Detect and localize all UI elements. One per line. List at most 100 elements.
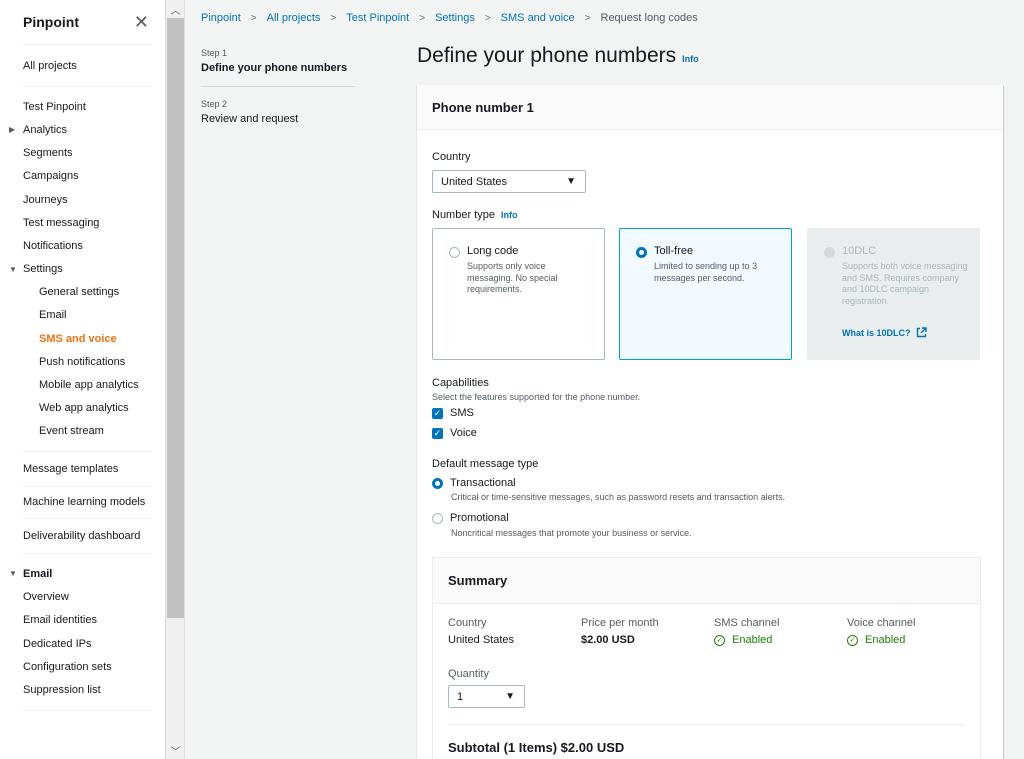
option-transactional[interactable]: Transactional xyxy=(432,477,516,489)
capability-sms[interactable]: ✓ SMS xyxy=(432,407,474,419)
sidebar-item-project[interactable]: Test Pinpoint xyxy=(0,95,165,118)
sidebar-item-suppression-list[interactable]: Suppression list xyxy=(0,678,165,701)
summary-status: ✓ Enabled xyxy=(714,634,844,646)
divider xyxy=(448,724,965,725)
radio-toll-free[interactable] xyxy=(636,247,647,258)
caret-down-icon: ▼ xyxy=(9,264,17,274)
quantity-select[interactable]: 1 ▼ xyxy=(448,685,525,708)
radio-transactional[interactable] xyxy=(432,477,443,489)
breadcrumb-all-projects[interactable]: All projects xyxy=(267,12,321,24)
status-text: Enabled xyxy=(865,634,906,646)
country-select[interactable]: United States ▼ xyxy=(432,170,586,193)
chevron-right-icon: > xyxy=(584,12,591,24)
checkbox-voice[interactable]: ✓ xyxy=(432,427,443,439)
sidebar-item-segments[interactable]: Segments xyxy=(0,142,165,165)
sidebar-item-email-identities[interactable]: Email identities xyxy=(0,609,165,632)
sidebar-item-all-projects[interactable]: All projects xyxy=(0,54,165,77)
sidebar-item-general-settings[interactable]: General settings xyxy=(0,281,165,304)
checkbox-sms[interactable]: ✓ xyxy=(432,407,443,419)
sidebar-item-push-notifications[interactable]: Push notifications xyxy=(0,350,165,373)
info-link[interactable]: Info xyxy=(501,210,518,220)
panel-header: Phone number 1 xyxy=(417,85,1003,130)
sidebar-item-label: Email xyxy=(23,567,53,580)
what-is-10dlc-link[interactable]: What is 10DLC? xyxy=(842,327,927,338)
summary-container: Summary Country United States Price per … xyxy=(432,557,981,759)
radio-long-code[interactable] xyxy=(449,247,460,258)
summary-value: United States xyxy=(448,634,515,646)
tile-description: Supports both voice messaging and SMS. R… xyxy=(842,261,968,306)
summary-key: SMS channel xyxy=(714,617,780,629)
caret-down-icon: ▼ xyxy=(9,569,17,579)
sidebar-item-settings[interactable]: ▼ Settings xyxy=(0,258,165,281)
breadcrumb-sms-and-voice[interactable]: SMS and voice xyxy=(501,12,575,24)
tile-title: Long code xyxy=(467,245,519,257)
sidebar-item-test-messaging[interactable]: Test messaging xyxy=(0,211,165,234)
sidebar-title: Pinpoint xyxy=(23,14,79,30)
step-title: Define your phone numbers xyxy=(201,62,348,74)
radio-label: Promotional xyxy=(450,512,509,524)
summary-country: Country United States xyxy=(448,617,578,646)
sidebar-item-email-settings[interactable]: Email xyxy=(0,304,165,327)
summary-key: Country xyxy=(448,617,487,629)
step-title: Review and request xyxy=(201,113,299,125)
capability-voice[interactable]: ✓ Voice xyxy=(432,427,477,439)
wizard-step-1[interactable]: Step 1 Define your phone numbers xyxy=(201,48,355,86)
sidebar-item-dedicated-ips[interactable]: Dedicated IPs xyxy=(0,632,165,655)
sidebar-item-mobile-app-analytics[interactable]: Mobile app analytics xyxy=(0,373,165,396)
sidebar-item-label: Analytics xyxy=(23,123,68,136)
chevron-right-icon: > xyxy=(484,12,491,24)
sidebar-item-overview[interactable]: Overview xyxy=(0,586,165,609)
radio-promotional[interactable] xyxy=(432,512,443,524)
link-label: What is 10DLC? xyxy=(842,327,911,338)
country-value: United States xyxy=(441,175,508,188)
quantity-label: Quantity xyxy=(448,668,489,680)
caret-down-icon: ▼ xyxy=(505,691,515,702)
radio-10dlc xyxy=(824,247,835,258)
breadcrumb-pinpoint[interactable]: Pinpoint xyxy=(201,12,241,24)
caret-right-icon: ▶ xyxy=(9,125,16,135)
sidebar: Pinpoint ✕ All projects Test Pinpoint ▶ A… xyxy=(0,0,166,759)
sidebar-item-web-app-analytics[interactable]: Web app analytics xyxy=(0,397,165,420)
tile-10dlc: 10DLC Supports both voice messaging and … xyxy=(807,228,980,360)
breadcrumb-project[interactable]: Test Pinpoint xyxy=(346,12,409,24)
breadcrumb-settings[interactable]: Settings xyxy=(435,12,475,24)
sidebar-item-sms-and-voice[interactable]: SMS and voice xyxy=(0,327,165,350)
sidebar-item-event-stream[interactable]: Event stream xyxy=(0,420,165,443)
tile-title: Toll-free xyxy=(654,245,694,257)
sidebar-section-email[interactable]: ▼ Email xyxy=(0,562,165,585)
scroll-thumb[interactable] xyxy=(167,18,184,618)
transactional-description: Critical or time-sensitive messages, suc… xyxy=(451,492,786,502)
step-label: Step 1 xyxy=(201,48,228,58)
checkbox-label: Voice xyxy=(450,427,477,439)
sidebar-item-campaigns[interactable]: Campaigns xyxy=(0,165,165,188)
tile-long-code[interactable]: Long code Supports only voice messaging.… xyxy=(432,228,605,360)
scroll-up-icon[interactable]: ︿ xyxy=(166,0,185,18)
sidebar-item-configuration-sets[interactable]: Configuration sets xyxy=(0,655,165,678)
status-text: Enabled xyxy=(732,634,773,646)
scroll-down-icon[interactable]: ﹀ xyxy=(166,741,185,759)
tile-description: Limited to sending up to 3 messages per … xyxy=(654,261,758,283)
sidebar-item-journeys[interactable]: Journeys xyxy=(0,188,165,211)
checkbox-label: SMS xyxy=(450,407,474,419)
tile-toll-free[interactable]: Toll-free Limited to sending up to 3 mes… xyxy=(619,228,792,360)
chevron-right-icon: > xyxy=(330,12,337,24)
quantity-value: 1 xyxy=(457,690,464,703)
info-link[interactable]: Info xyxy=(682,54,699,64)
wizard-step-2[interactable]: Step 2 Review and request xyxy=(201,99,355,137)
sidebar-item-message-templates[interactable]: Message templates xyxy=(0,457,165,480)
sidebar-item-notifications[interactable]: Notifications xyxy=(0,234,165,257)
sidebar-item-analytics[interactable]: ▶ Analytics xyxy=(0,118,165,141)
promotional-description: Noncritical messages that promote your b… xyxy=(451,528,692,538)
check-circle-icon: ✓ xyxy=(714,634,725,646)
scrollbar[interactable]: ︿ ﹀ xyxy=(166,0,185,759)
step-label: Step 2 xyxy=(201,99,228,109)
breadcrumb: Pinpoint > All projects > Test Pinpoint … xyxy=(201,12,698,24)
summary-status: ✓ Enabled xyxy=(847,634,977,646)
sidebar-item-label: Settings xyxy=(23,263,63,276)
option-promotional[interactable]: Promotional xyxy=(432,512,509,524)
sidebar-item-deliverability[interactable]: Deliverability dashboard xyxy=(0,524,165,547)
sidebar-item-machine-learning[interactable]: Machine learning models xyxy=(0,491,165,514)
close-icon[interactable]: ✕ xyxy=(134,13,149,31)
external-link-icon xyxy=(916,327,927,338)
subtotal: Subtotal (1 Items) $2.00 USD xyxy=(448,740,625,755)
